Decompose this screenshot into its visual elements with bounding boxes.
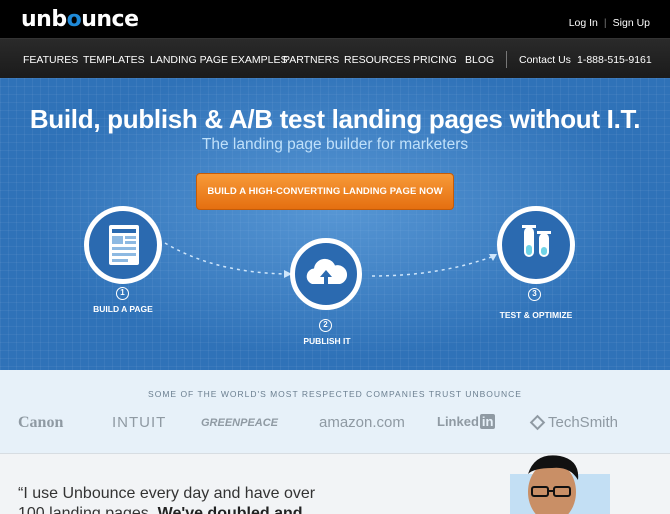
test-tubes-icon — [522, 225, 551, 257]
connector-arrow-2 — [489, 254, 497, 261]
login-link[interactable]: Log In — [569, 17, 598, 29]
nav-pricing[interactable]: PRICING — [413, 54, 457, 66]
main-nav: FEATURES TEMPLATES LANDING PAGE EXAMPLES… — [0, 38, 670, 78]
auth-divider: | — [603, 17, 607, 29]
page-builder-icon — [109, 225, 139, 265]
nav-templates[interactable]: TEMPLATES — [83, 54, 145, 66]
hero-headline: Build, publish & A/B test landing pages … — [29, 104, 641, 134]
testimonial-quote: “I use Unbounce every day and have over … — [18, 484, 348, 514]
quote-line-1: “I use Unbounce every day and have over — [18, 485, 316, 502]
techsmith-text: TechSmith — [548, 414, 619, 431]
testimonial: “I use Unbounce every day and have over … — [0, 453, 670, 514]
linkedin-logo: Linked in — [437, 414, 496, 429]
step-1-circle — [84, 206, 162, 284]
trust-logos: SOME OF THE WORLD'S MOST RESPECTED COMPA… — [0, 370, 670, 453]
intuit-logo: INTUIT — [112, 414, 167, 431]
nav-resources[interactable]: RESOURCES — [344, 54, 411, 66]
auth-links: Log In | Sign Up — [569, 17, 650, 29]
hero: Build, publish & A/B test landing pages … — [0, 78, 670, 370]
connector-1-2 — [164, 242, 289, 275]
logo-o: o — [66, 7, 82, 32]
nav-blog[interactable]: BLOG — [465, 54, 494, 66]
linkedin-text: Linked — [437, 414, 479, 429]
top-bar: unbounce Log In | Sign Up — [0, 0, 670, 38]
nav-contact-us[interactable]: Contact Us — [519, 54, 571, 66]
nav-features[interactable]: FEATURES — [23, 54, 78, 66]
connector-2-3 — [371, 255, 495, 277]
step-2-number: 2 — [319, 319, 332, 332]
step-2-circle — [290, 238, 362, 310]
quote-line-2-bold: We've doubled and — [157, 505, 303, 514]
step-1-number: 1 — [116, 287, 129, 300]
greenpeace-logo: GREENPEACE — [201, 417, 279, 429]
step-3-number: 3 — [528, 288, 541, 301]
techsmith-logo: TechSmith — [529, 414, 619, 431]
cloud-upload-icon — [306, 258, 348, 285]
amazon-logo: amazon.com — [319, 414, 405, 431]
nav-divider — [506, 51, 507, 68]
techsmith-mark-icon — [529, 414, 546, 431]
nav-partners[interactable]: PARTNERS — [283, 54, 339, 66]
signup-link[interactable]: Sign Up — [613, 17, 650, 29]
step-2-label: PUBLISH IT — [303, 336, 351, 346]
hero-subline: The landing page builder for marketers — [201, 136, 469, 153]
quote-line-2: 100 landing pages. — [18, 505, 158, 514]
logo-text-end: unce — [81, 7, 139, 32]
step-3-circle — [497, 206, 575, 284]
nav-landing-page-examples[interactable]: LANDING PAGE EXAMPLES — [150, 54, 288, 66]
step-3-label: TEST & OPTIMIZE — [499, 310, 573, 320]
unbounce-logo[interactable]: unbounce — [21, 7, 139, 32]
nav-phone[interactable]: 1-888-515-9161 — [577, 54, 652, 66]
cta-button[interactable]: BUILD A HIGH-CONVERTING LANDING PAGE NOW — [196, 173, 454, 210]
testimonial-avatar — [490, 454, 610, 514]
canon-logo: Canon — [18, 414, 64, 431]
step-1-label: BUILD A PAGE — [93, 304, 153, 314]
trust-heading: SOME OF THE WORLD'S MOST RESPECTED COMPA… — [148, 389, 522, 399]
logo-text: unb — [21, 7, 67, 32]
linkedin-in-badge: in — [479, 414, 496, 429]
